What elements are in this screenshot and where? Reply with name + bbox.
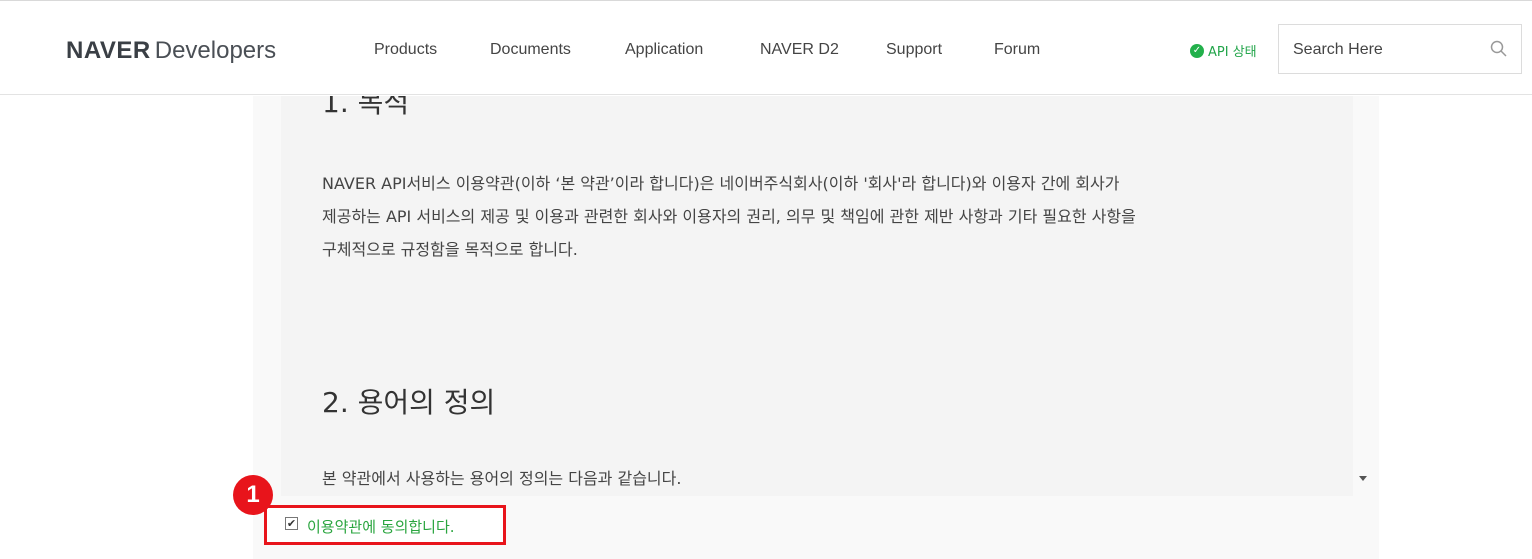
scroll-down-icon[interactable] (1359, 476, 1367, 481)
section1-line: 구체적으로 규정함을 목적으로 합니다. (322, 240, 578, 259)
nav-documents[interactable]: Documents (490, 41, 571, 59)
search-input[interactable] (1293, 39, 1483, 61)
section1-line: 제공하는 API 서비스의 제공 및 이용과 관련한 회사와 이용자의 권리, … (322, 207, 1136, 226)
agree-terms-checkbox-row[interactable]: ✔ 이용약관에 동의합니다. (264, 505, 506, 545)
section1-body: NAVER API서비스 이용약관(이하 ‘본 약관’이라 합니다)은 네이버주… (322, 167, 1353, 266)
logo-developers-text: Developers (154, 37, 277, 64)
section2-title: 2. 용어의 정의 (322, 386, 496, 419)
site-header: NAVER Developers Products Documents Appli… (0, 1, 1532, 95)
agree-checkbox[interactable]: ✔ (285, 517, 298, 530)
nav-products[interactable]: Products (374, 41, 437, 59)
search-icon[interactable] (1489, 39, 1509, 59)
api-status-link[interactable]: ✓ API 상태 (1190, 41, 1257, 60)
nav-application[interactable]: Application (625, 41, 703, 59)
nav-forum[interactable]: Forum (994, 41, 1040, 59)
section1-title: 1. 목적 (322, 96, 410, 119)
logo-naver-text: NAVER (66, 37, 151, 64)
terms-panel: 1. 목적 NAVER API서비스 이용약관(이하 ‘본 약관’이라 합니다)… (253, 96, 1379, 559)
agree-label[interactable]: 이용약관에 동의합니다. (307, 516, 455, 537)
search-box (1278, 24, 1522, 74)
terms-scroll-area[interactable]: 1. 목적 NAVER API서비스 이용약관(이하 ‘본 약관’이라 합니다)… (281, 96, 1353, 496)
nav-support[interactable]: Support (886, 41, 942, 59)
annotation-badge: 1 (233, 475, 273, 515)
naver-developers-logo[interactable]: NAVER Developers (66, 36, 276, 65)
section2-intro: 본 약관에서 사용하는 용어의 정의는 다음과 같습니다. (322, 469, 682, 488)
section1-line: NAVER API서비스 이용약관(이하 ‘본 약관’이라 합니다)은 네이버주… (322, 174, 1120, 193)
nav-naver-d2[interactable]: NAVER D2 (760, 41, 839, 59)
check-circle-icon: ✓ (1190, 43, 1204, 58)
api-status-label: API 상태 (1208, 45, 1257, 60)
